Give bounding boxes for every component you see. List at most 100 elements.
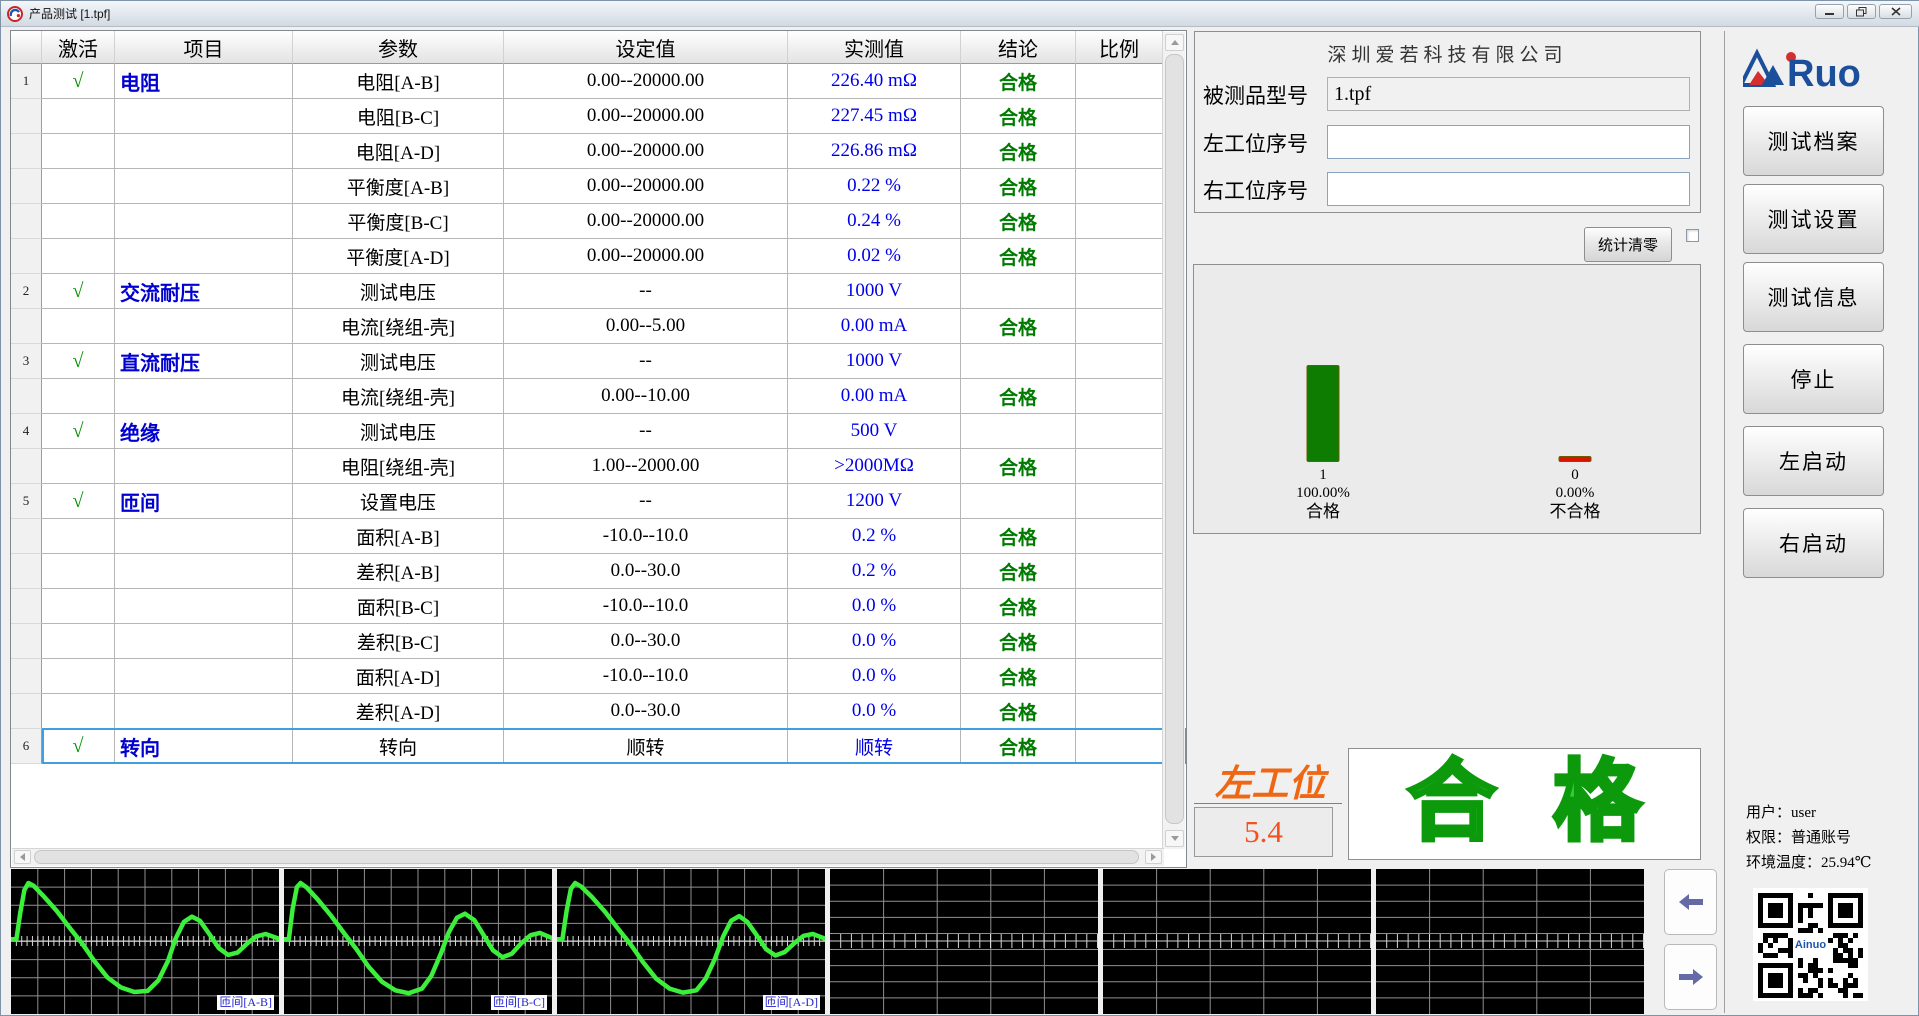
table-row[interactable]: 差积[A-B] 0.0--30.0 0.2 % 合格 <box>11 554 1186 589</box>
waveform-prev-button[interactable] <box>1664 869 1717 935</box>
right-serial-label: 右工位序号 <box>1203 179 1308 203</box>
table-row[interactable]: 电阻[B-C] 0.00--20000.00 227.45 mΩ 合格 <box>11 99 1186 134</box>
table-cell: 电流[绕组-壳] <box>293 379 504 414</box>
scroll-right-button[interactable] <box>1145 850 1162 864</box>
table-cell <box>115 309 293 344</box>
hscroll-thumb[interactable] <box>34 850 1139 864</box>
table-cell: 顺转 <box>788 729 961 764</box>
table-row[interactable]: 电阻[绕组-壳] 1.00--2000.00 >2000MΩ 合格 <box>11 449 1186 484</box>
table-row[interactable]: 差积[A-D] 0.0--30.0 0.0 % 合格 <box>11 694 1186 729</box>
table-row[interactable]: 面积[A-B] -10.0--10.0 0.2 % 合格 <box>11 519 1186 554</box>
table-cell <box>115 589 293 624</box>
app-logo-icon <box>7 5 23 22</box>
bar-fail <box>1558 456 1592 462</box>
header-7: 比例 <box>1076 31 1163 64</box>
model-input[interactable] <box>1327 77 1690 111</box>
waveform-panel-2: 匝间[B-C] <box>281 869 555 1014</box>
table-cell <box>11 659 42 694</box>
clear-statistics-button[interactable]: 统计清零 <box>1584 227 1672 262</box>
qr-code-image: Ainuo <box>1753 888 1868 1001</box>
table-row[interactable]: 4 √ 绝缘 测试电压 -- 500 V <box>11 414 1186 449</box>
sidebar-button-4[interactable]: 停止 <box>1743 344 1884 414</box>
title-bar[interactable]: 产品测试 [1.tpf] <box>1 1 1919 27</box>
table-cell: 合格 <box>961 134 1076 169</box>
table-cell <box>115 519 293 554</box>
sidebar-button-5[interactable]: 左启动 <box>1743 426 1884 496</box>
table-cell <box>42 449 115 484</box>
table-cell: 电阻[绕组-壳] <box>293 449 504 484</box>
table-cell: 0.2 % <box>788 554 961 589</box>
table-row[interactable]: 平衡度[B-C] 0.00--20000.00 0.24 % 合格 <box>11 204 1186 239</box>
table-cell: 1.00--2000.00 <box>504 449 788 484</box>
minimize-button[interactable] <box>1815 4 1844 19</box>
table-cell: -- <box>504 274 788 309</box>
table-cell <box>11 169 42 204</box>
table-cell <box>115 239 293 274</box>
table-cell <box>1076 624 1163 659</box>
table-row[interactable]: 电流[绕组-壳] 0.00--5.00 0.00 mA 合格 <box>11 309 1186 344</box>
table-row[interactable]: 1 √ 电阻 电阻[A-B] 0.00--20000.00 226.40 mΩ 合格 <box>11 64 1186 99</box>
sidebar-button-6[interactable]: 右启动 <box>1743 508 1884 578</box>
table-cell <box>1076 589 1163 624</box>
table-row[interactable]: 面积[B-C] -10.0--10.0 0.0 % 合格 <box>11 589 1186 624</box>
table-row[interactable]: 差积[B-C] 0.0--30.0 0.0 % 合格 <box>11 624 1186 659</box>
table-row[interactable]: 电阻[A-D] 0.00--20000.00 226.86 mΩ 合格 <box>11 134 1186 169</box>
table-cell <box>11 554 42 589</box>
table-row[interactable]: 面积[A-D] -10.0--10.0 0.0 % 合格 <box>11 659 1186 694</box>
table-cell <box>11 519 42 554</box>
right-arrow-icon <box>1678 969 1703 985</box>
sidebar-button-1[interactable]: 测试档案 <box>1743 106 1884 176</box>
sidebar-button-3[interactable]: 测试信息 <box>1743 262 1884 332</box>
table-cell: 合格 <box>961 589 1076 624</box>
permission-line: 权限：普通账号 <box>1746 830 1852 846</box>
bar-percent: 100.00% <box>1296 485 1350 501</box>
table-cell: 合格 <box>961 239 1076 274</box>
table-cell: 0.00--20000.00 <box>504 169 788 204</box>
close-button[interactable] <box>1879 4 1912 19</box>
table-cell: √ <box>42 414 115 449</box>
table-row[interactable]: 3 √ 直流耐压 测试电压 -- 1000 V <box>11 344 1186 379</box>
table-cell: √ <box>42 344 115 379</box>
statistics-checkbox[interactable] <box>1686 229 1699 242</box>
scroll-left-button[interactable] <box>14 850 31 864</box>
table-cell <box>1076 484 1163 519</box>
table-cell <box>1076 134 1163 169</box>
table-cell <box>11 309 42 344</box>
table-cell <box>115 379 293 414</box>
waveform-next-button[interactable] <box>1664 944 1717 1010</box>
qr-logo-text: Ainuo <box>1792 937 1829 952</box>
waveform-panel-6 <box>1376 869 1644 1014</box>
table-row[interactable]: 5 √ 匝间 设置电压 -- 1200 V <box>11 484 1186 519</box>
restore-button[interactable] <box>1847 4 1876 19</box>
table-row[interactable]: 电流[绕组-壳] 0.00--10.00 0.00 mA 合格 <box>11 379 1186 414</box>
waveform-panel-1: 匝间[A-B] <box>8 869 282 1014</box>
table-cell: 0.00--20000.00 <box>504 239 788 274</box>
table-cell: 合格 <box>961 659 1076 694</box>
test-time-value: 5.4 <box>1244 814 1283 849</box>
scroll-down-button[interactable] <box>1165 830 1184 847</box>
horizontal-scrollbar[interactable] <box>12 848 1164 866</box>
table-cell: 0.0 % <box>788 659 961 694</box>
table-cell: 0.02 % <box>788 239 961 274</box>
table-row[interactable]: 平衡度[A-D] 0.00--20000.00 0.02 % 合格 <box>11 239 1186 274</box>
vscroll-thumb[interactable] <box>1165 54 1184 824</box>
scroll-up-button[interactable] <box>1165 34 1184 51</box>
table-cell: 3 <box>11 344 42 379</box>
right-serial-input[interactable] <box>1327 172 1690 206</box>
table-cell: 226.40 mΩ <box>788 64 961 99</box>
station-name: 左工位 <box>1214 764 1326 805</box>
result-char: 格 <box>1551 753 1643 854</box>
vertical-scrollbar[interactable] <box>1162 32 1185 849</box>
table-cell <box>42 554 115 589</box>
table-row[interactable]: 6 √ 转向 转向 顺转 顺转 合格 <box>11 728 1186 764</box>
header-3: 参数 <box>293 31 504 64</box>
table-row[interactable]: 平衡度[A-B] 0.00--20000.00 0.22 % 合格 <box>11 169 1186 204</box>
table-cell <box>11 134 42 169</box>
table-cell: 0.24 % <box>788 204 961 239</box>
sidebar-button-2[interactable]: 测试设置 <box>1743 184 1884 254</box>
table-row[interactable]: 2 √ 交流耐压 测试电压 -- 1000 V <box>11 274 1186 309</box>
sidebar-divider <box>1724 31 1725 1013</box>
table-cell <box>1076 554 1163 589</box>
table-cell: 0.00--20000.00 <box>504 99 788 134</box>
left-serial-input[interactable] <box>1327 125 1690 159</box>
